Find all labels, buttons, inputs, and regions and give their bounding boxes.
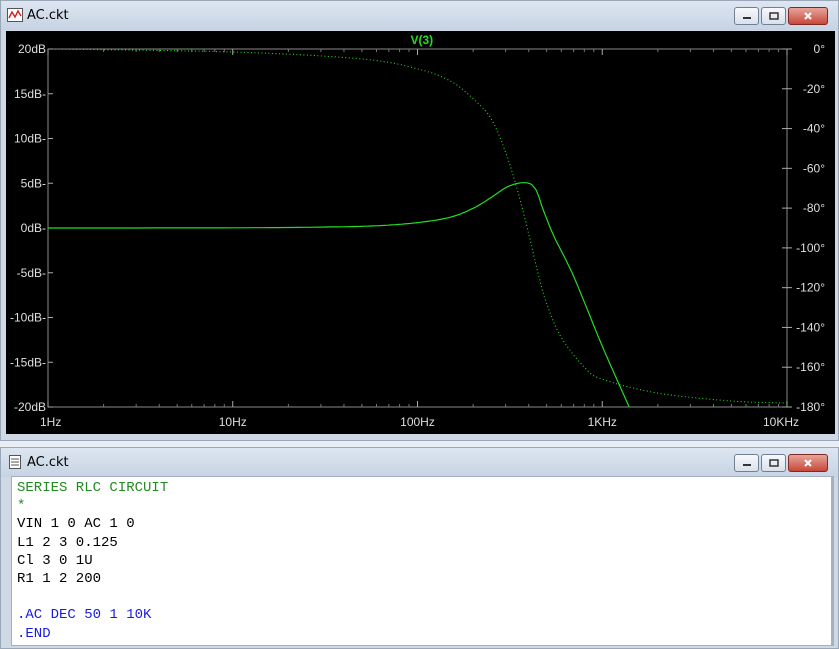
magnitude-trace xyxy=(48,182,630,407)
netlist-line[interactable]: * xyxy=(17,498,25,514)
plot-window-titlebar[interactable]: AC.ckt xyxy=(1,1,838,30)
y-left-tick-label: 15dB- xyxy=(14,87,46,101)
minimize-icon xyxy=(742,17,751,19)
maximize-button[interactable] xyxy=(761,7,786,25)
y-left-tick-label: -15dB- xyxy=(10,355,46,369)
y-right-tick-label: -120° xyxy=(796,281,825,295)
y-left-tick-label: -20dB xyxy=(14,400,46,414)
x-tick-label: 1Hz xyxy=(40,415,61,429)
x-tick-label: 1KHz xyxy=(588,415,617,429)
y-right-tick-label: -40° xyxy=(803,122,825,136)
netlist-line[interactable]: .AC DEC 50 1 10K xyxy=(17,607,151,623)
bode-plot-svg: V(3) 1Hz 10Hz 100Hz 1KHz 10KHz 20dB 15dB- 10dB- 5… xyxy=(10,33,826,429)
x-tick-label: 10Hz xyxy=(219,415,247,429)
minimize-button[interactable] xyxy=(734,7,759,25)
y-right-tick-label: -20° xyxy=(803,82,825,96)
waveform-plot[interactable]: V(3) 1Hz 10Hz 100Hz 1KHz 10KHz 20dB 15dB- 10dB- 5… xyxy=(6,31,835,434)
plot-window-title: AC.ckt xyxy=(27,8,69,23)
x-tick-label: 100Hz xyxy=(400,415,435,429)
netlist-line[interactable]: .END xyxy=(17,626,51,642)
close-icon xyxy=(804,12,812,20)
y-left-tick-label: -5dB- xyxy=(17,266,46,280)
netlist-editor[interactable]: SERIES RLC CIRCUIT * VIN 1 0 AC 1 0 L1 2 3 … xyxy=(11,476,834,646)
maximize-icon xyxy=(768,12,779,20)
y-right-tick-label: -80° xyxy=(803,201,825,215)
y-left-tick-label: 10dB- xyxy=(14,132,46,146)
netlist-line[interactable]: R1 1 2 200 xyxy=(17,571,101,587)
netlist-window-titlebar[interactable]: AC.ckt xyxy=(1,448,838,477)
netlist-line[interactable]: SERIES RLC CIRCUIT xyxy=(17,480,168,496)
y-left-tick-label: -10dB- xyxy=(10,311,46,325)
netlist-line[interactable]: VIN 1 0 AC 1 0 xyxy=(17,516,135,532)
y-right-tick-label: -160° xyxy=(796,360,825,374)
minimize-icon xyxy=(742,464,751,466)
y-right-tick-label: -100° xyxy=(796,241,825,255)
plot-window: AC.ckt V(3) 1Hz 10Hz 100Hz 1KHz 10KHz 20dB 15dB… xyxy=(0,0,839,441)
netlist-minimize-button[interactable] xyxy=(734,454,759,472)
trace-label: V(3) xyxy=(411,33,434,47)
waveform-icon xyxy=(7,8,23,22)
close-icon xyxy=(804,459,812,467)
y-right-tick-label: -180° xyxy=(796,400,825,414)
close-button[interactable] xyxy=(788,7,828,25)
netlist-line[interactable]: L1 2 3 0.125 xyxy=(17,535,118,551)
editor-border xyxy=(831,477,833,645)
netlist-maximize-button[interactable] xyxy=(761,454,786,472)
y-right-tick-label: -60° xyxy=(803,161,825,175)
phase-trace xyxy=(48,49,787,404)
netlist-window: AC.ckt SERIES RLC CIRCUIT * VIN 1 0 AC 1 0… xyxy=(0,447,839,649)
y-left-tick-label: 5dB- xyxy=(21,176,46,190)
y-right-tick-label: 0° xyxy=(814,42,826,56)
y-left-tick-label: 20dB xyxy=(18,42,46,56)
netlist-close-button[interactable] xyxy=(788,454,828,472)
maximize-icon xyxy=(768,459,779,467)
netlist-line[interactable]: Cl 3 0 1U xyxy=(17,553,93,569)
y-left-tick-label: 0dB- xyxy=(21,221,46,235)
document-icon xyxy=(9,455,21,469)
y-right-tick-label: -140° xyxy=(796,320,825,334)
netlist-window-title: AC.ckt xyxy=(27,455,69,470)
x-tick-label: 10KHz xyxy=(763,415,799,429)
